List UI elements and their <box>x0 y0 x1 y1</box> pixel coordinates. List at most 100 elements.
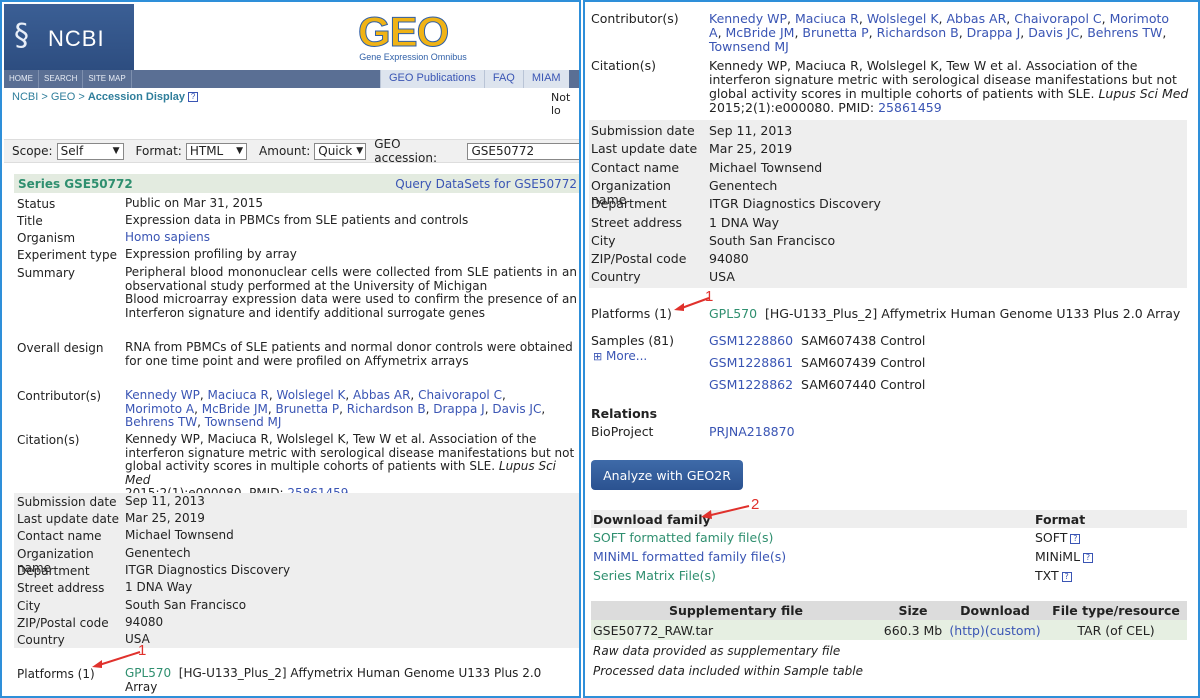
nav-search[interactable]: SEARCH <box>39 70 84 88</box>
more-samples-link[interactable]: ⊞ More... <box>593 349 647 363</box>
custom-download-link[interactable]: (custom) <box>985 623 1041 638</box>
summary-paragraph: Blood microarray expression data were us… <box>125 292 577 320</box>
field-value: Mar 25, 2019 <box>125 511 205 525</box>
accession-label: GEO accession: <box>374 137 438 165</box>
contributor-link[interactable]: Wolslegel K <box>867 11 939 26</box>
geo-logo-word: GEO <box>358 8 450 55</box>
column-header: Download family <box>593 511 711 527</box>
contributor-link[interactable]: Kennedy WP <box>125 388 200 402</box>
contributor-link[interactable]: Behrens TW <box>125 415 197 429</box>
series-title: Series GSE50772 <box>18 176 133 191</box>
breadcrumb-geo[interactable]: GEO <box>51 91 75 103</box>
ncbi-logo[interactable]: § NCBI <box>4 4 134 70</box>
contributor-link[interactable]: Townsend MJ <box>205 415 282 429</box>
breadcrumb-current: Accession Display <box>87 91 186 103</box>
column-header: Download <box>960 603 1030 618</box>
help-icon[interactable]: ? <box>188 92 199 103</box>
contributor-link[interactable]: McBride JM <box>726 25 795 40</box>
pmid-link[interactable]: 25861459 <box>878 100 942 115</box>
amount-select[interactable]: Quick ▼ <box>314 142 367 160</box>
bioproject-link[interactable]: PRJNA218870 <box>709 424 795 439</box>
contributor-link[interactable]: Chaivorapol C <box>418 388 502 402</box>
sample-link[interactable]: GSM1228860 <box>709 333 793 348</box>
contributor-link[interactable]: Drappa J <box>967 25 1021 40</box>
field-value: South San Francisco <box>125 598 247 612</box>
analyze-geo2r-button[interactable]: Analyze with GEO2R <box>591 460 743 490</box>
contributor-link[interactable]: Behrens TW <box>1087 25 1162 40</box>
scope-select[interactable]: Self ▼ <box>56 142 124 160</box>
field-label: Citation(s) <box>17 433 80 447</box>
nav-site-map[interactable]: SITE MAP <box>83 70 132 88</box>
contributor-link[interactable]: Townsend MJ <box>709 39 789 54</box>
arrow-head <box>92 660 102 668</box>
contributor-link[interactable]: Richardson B <box>347 402 426 416</box>
miniml-file-link[interactable]: MINiML formatted family file(s) <box>593 549 786 564</box>
series-matrix-link[interactable]: Series Matrix File(s) <box>593 568 716 583</box>
organism-link[interactable]: Homo sapiens <box>125 230 210 244</box>
field-label: City <box>17 599 41 613</box>
field-label: Contributor(s) <box>17 389 102 403</box>
contributor-link[interactable]: Davis JC <box>492 402 541 416</box>
contributor-link[interactable]: Kennedy WP <box>709 11 787 26</box>
sample-description: SAM607438 Control <box>801 333 926 348</box>
contributor-link[interactable]: Richardson B <box>877 25 959 40</box>
samples-label: Samples (81) <box>591 333 675 348</box>
left-screenshot-panel: § NCBI GEO Gene Expression Omnibus HOME … <box>0 0 581 698</box>
help-icon[interactable]: ? <box>1070 533 1081 544</box>
help-icon[interactable]: ? <box>1061 571 1072 582</box>
help-icon[interactable]: ? <box>1083 552 1094 563</box>
login-status: Not lo <box>551 91 571 117</box>
scope-label: Scope: <box>12 144 53 158</box>
format-value: SOFT <box>1035 530 1068 545</box>
field-label: Submission date <box>591 123 695 138</box>
annotation-number: 2 <box>751 496 760 513</box>
series-header: Series GSE50772 Query DataSets for GSE50… <box>14 174 579 193</box>
more-samples-text: More... <box>606 349 648 363</box>
format-value: HTML <box>189 144 224 158</box>
accession-input[interactable]: GSE50772 <box>466 142 579 160</box>
field-label: ZIP/Postal code <box>591 251 687 266</box>
contributor-link[interactable]: Wolslegel K <box>277 388 346 402</box>
column-header: Supplementary file <box>668 603 804 618</box>
scope-value: Self <box>60 144 84 158</box>
contributor-link[interactable]: Brunetta P <box>802 25 868 40</box>
field-label: BioProject <box>591 424 654 439</box>
field-label: Status <box>17 197 56 211</box>
contributor-link[interactable]: Abbas AR <box>353 388 410 402</box>
field-label: Submission date <box>17 495 117 509</box>
supplementary-note: Raw data provided as supplementary file <box>593 644 841 658</box>
format-label: Format: <box>135 144 182 158</box>
breadcrumb-ncbi[interactable]: NCBI <box>12 91 38 103</box>
field-value: 1 DNA Way <box>125 580 193 594</box>
amount-label: Amount: <box>259 144 311 158</box>
contributor-link[interactable]: Abbas AR <box>946 11 1006 26</box>
format-value: MINiML <box>1035 549 1081 564</box>
amount-value: Quick <box>318 144 353 158</box>
contributor-link[interactable]: Chaivorapol C <box>1014 11 1101 26</box>
contributor-link[interactable]: Drappa J <box>433 402 484 416</box>
citation-text: Kennedy WP, Maciuca R, Wolslegel K, Tew … <box>709 59 1189 115</box>
annotation-arrow <box>701 505 750 519</box>
soft-file-link[interactable]: SOFT formatted family file(s) <box>593 530 773 545</box>
geo-logo[interactable]: GEO Gene Expression Omnibus <box>358 8 468 62</box>
contributor-link[interactable]: McBride JM <box>202 402 268 416</box>
contributor-link[interactable]: Brunetta P <box>276 402 340 416</box>
summary-text: Peripheral blood mononuclear cells were … <box>125 265 577 320</box>
tab-miame[interactable]: MIAM <box>522 70 569 88</box>
format-select[interactable]: HTML ▼ <box>185 142 248 160</box>
http-download-link[interactable]: (http) <box>949 623 984 638</box>
contributor-link[interactable]: Davis JC <box>1028 25 1079 40</box>
sample-link[interactable]: GSM1228861 <box>709 355 793 370</box>
nav-home[interactable]: HOME <box>4 70 39 88</box>
contributor-link[interactable]: Maciuca R <box>795 11 859 26</box>
tab-geo-publications[interactable]: GEO Publications <box>380 70 484 88</box>
column-header: Size <box>898 603 928 618</box>
contributor-link[interactable]: Maciuca R <box>208 388 269 402</box>
query-datasets-link[interactable]: Query DataSets for GSE50772 <box>395 177 577 191</box>
arrow-line <box>95 651 141 667</box>
contributor-link[interactable]: Morimoto A <box>125 402 194 416</box>
sample-link[interactable]: GSM1228862 <box>709 377 793 392</box>
tab-faq[interactable]: FAQ <box>483 70 523 88</box>
field-value: Public on Mar 31, 2015 <box>125 196 263 210</box>
samples-list: GSM1228860 SAM607438 Control GSM1228861 … <box>709 334 1189 400</box>
